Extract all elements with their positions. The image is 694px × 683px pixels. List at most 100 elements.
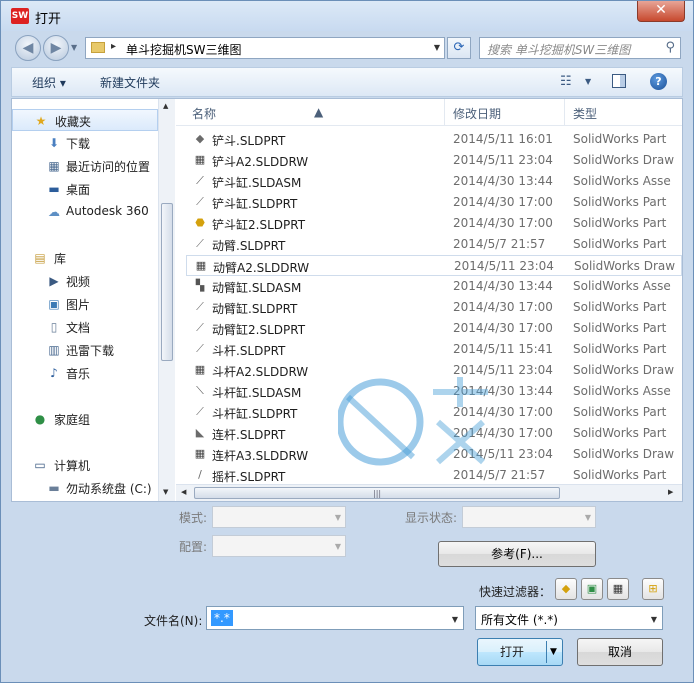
scroll-right-icon[interactable]: ▶ [668,488,673,496]
nav-label: 计算机 [54,459,91,473]
scroll-left-icon[interactable]: ◀ [181,488,186,496]
file-row[interactable]: ⟋ 动臂.SLDPRT 2014/5/7 21:57 SolidWorks Part [186,234,682,255]
back-button[interactable]: ◀ [15,35,41,61]
nav-drive-c[interactable]: ▬ 勿动系统盘 (C:) [12,477,158,499]
file-name: 动臂缸.SLDASM [212,281,302,295]
window-title: 打开 [35,12,62,27]
scroll-down-icon[interactable]: ▼ [163,488,168,496]
navigation-scrollbar[interactable]: ▲ ▼ [158,99,175,501]
file-date: 2014/5/11 23:04 [454,259,554,273]
nav-favorites[interactable]: ★ 收藏夹 [12,109,158,131]
file-row[interactable]: ⟋ 铲斗缸.SLDPRT 2014/4/30 17:00 SolidWorks Par… [186,192,682,213]
search-input[interactable]: 搜索 单斗挖掘机SW三维图 ⚲ [479,37,681,59]
nav-music[interactable]: ♪ 音乐 [12,362,158,384]
title-bar[interactable]: SW 打开 ✕ [1,1,693,31]
recent-locations-dropdown-icon[interactable]: ▼ [71,43,77,52]
mode-select[interactable]: ▼ [212,506,346,528]
column-divider[interactable] [444,99,445,125]
references-button[interactable]: 参考(F)... [438,541,596,567]
address-bar[interactable]: ▸ 单斗挖掘机SW三维图 ▼ [85,37,445,59]
horizontal-scrollbar[interactable]: ◀ ||| ▶ [176,484,682,501]
view-dropdown-icon[interactable]: ▼ [585,77,591,86]
column-header-name[interactable]: 名称 [192,105,216,122]
nav-computer[interactable]: ▭ 计算机 [12,454,158,476]
file-date: 2014/5/11 23:04 [453,153,553,167]
file-name: 斗杆缸.SLDPRT [212,407,298,421]
document-icon: ▯ [50,320,58,334]
address-row: ◀ ▶ ▼ ▸ 单斗挖掘机SW三维图 ▼ ⟳ 搜索 单斗挖掘机SW三维图 ⚲ [1,31,693,65]
filename-label: 文件名(N): [144,614,203,628]
scrollbar-thumb[interactable] [161,203,173,361]
chevron-down-icon: ▼ [334,542,341,551]
nav-label: 家庭组 [54,413,91,427]
file-row[interactable]: ◆ 铲斗.SLDPRT 2014/5/11 16:01 SolidWorks Part [186,129,682,150]
filename-input[interactable]: *.* ▼ [206,606,464,630]
file-date: 2014/5/11 15:41 [453,342,553,356]
address-dropdown-icon[interactable]: ▼ [434,43,440,52]
cancel-button[interactable]: 取消 [577,638,663,666]
nav-desktop[interactable]: ▬ 桌面 [12,178,158,200]
nav-homegroup[interactable]: ● 家庭组 [12,408,158,430]
nav-label: 库 [54,252,67,266]
nav-autodesk-360[interactable]: ☁ Autodesk 360 [12,201,158,223]
filter-parts-icon[interactable]: ◆ [555,578,577,600]
scrollbar-thumb[interactable]: ||| [194,487,560,499]
column-header-date[interactable]: 修改日期 [453,105,501,122]
file-type-select[interactable]: 所有文件 (*.*) ▼ [475,606,663,630]
nav-pictures[interactable]: ▣ 图片 [12,293,158,315]
configuration-select[interactable]: ▼ [212,535,346,557]
file-row[interactable]: ▚ 动臂缸.SLDASM 2014/4/30 13:44 SolidWorks Ass… [186,276,682,297]
part-icon: ⟋ [196,321,204,334]
preview-pane-icon[interactable] [612,74,626,88]
file-type: SolidWorks Asse [573,174,671,188]
nav-label: 下载 [66,137,91,151]
file-date: 2014/4/30 13:44 [453,279,553,293]
file-row[interactable]: ⟋ 动臂缸.SLDPRT 2014/4/30 17:00 SolidWorks Par… [186,297,682,318]
open-button[interactable]: 打开 ▼ [477,638,563,666]
file-row[interactable]: ▦ 铲斗A2.SLDDRW 2014/5/11 23:04 SolidWorks Dr… [186,150,682,171]
filename-selected-text[interactable]: *.* [211,610,233,626]
new-folder-button[interactable]: 新建文件夹 [100,74,160,91]
filter-drawings-icon[interactable]: ▦ [607,578,629,600]
file-type: SolidWorks Part [573,132,667,146]
file-type: SolidWorks Part [573,216,667,230]
file-row[interactable]: ⬣ 铲斗缸2.SLDPRT 2014/4/30 17:00 SolidWorks Pa… [186,213,682,234]
nav-label: 视频 [66,275,91,289]
nav-recent-places[interactable]: ▦ 最近访问的位置 [12,155,158,177]
solidworks-logo-icon: SW [11,8,29,24]
nav-videos[interactable]: ▶ 视频 [12,270,158,292]
file-name: 动臂A2.SLDDRW [213,261,310,275]
display-state-select[interactable]: ▼ [462,506,596,528]
column-divider[interactable] [564,99,565,125]
help-icon[interactable]: ? [650,73,667,90]
nav-downloads[interactable]: ⬇ 下载 [12,132,158,154]
drawing-icon: ▦ [194,153,206,166]
file-row[interactable]: ⟋ 动臂缸2.SLDPRT 2014/4/30 17:00 SolidWorks Pa… [186,318,682,339]
filename-history-dropdown-icon[interactable]: ▼ [452,615,458,624]
filter-assemblies-icon[interactable]: ▣ [581,578,603,600]
forward-button[interactable]: ▶ [43,35,69,61]
file-row[interactable]: ▦ 动臂A2.SLDDRW 2014/5/11 23:04 SolidWorks Dr… [186,255,682,276]
file-type: SolidWorks Draw [573,447,675,461]
chevron-down-icon: ▼ [650,615,657,624]
navigation-pane: ★ 收藏夹 ⬇ 下载 ▦ 最近访问的位置 ▬ 桌面 ☁ Autodesk 360… [12,99,160,501]
file-row[interactable]: ⟋ 斗杆.SLDPRT 2014/5/11 15:41 SolidWorks Part [186,339,682,360]
scroll-up-icon[interactable]: ▲ [163,102,168,110]
nav-documents[interactable]: ▯ 文档 [12,316,158,338]
open-options-dropdown-icon[interactable]: ▼ [550,647,557,657]
close-button[interactable]: ✕ [637,1,685,22]
nav-libraries[interactable]: ▤ 库 [12,247,158,269]
file-row[interactable]: ⟋ 铲斗缸.SLDASM 2014/4/30 13:44 SolidWorks Ass… [186,171,682,192]
column-header-type[interactable]: 类型 [573,105,597,122]
breadcrumb-current-folder[interactable]: 单斗挖掘机SW三维图 [126,41,241,58]
change-view-icon[interactable]: ☷ [560,74,572,89]
organize-button[interactable]: 组织 ▾ [32,74,66,91]
nav-thunder-downloads[interactable]: ▥ 迅雷下载 [12,339,158,361]
filter-top-level-icon[interactable]: ⊞ [642,578,664,600]
refresh-button[interactable]: ⟳ [447,37,471,59]
search-icon[interactable]: ⚲ [665,40,675,55]
picture-icon: ▣ [48,297,60,311]
breadcrumb-chevron-icon[interactable]: ▸ [111,41,116,52]
open-button-label[interactable]: 打开 [478,639,546,665]
file-type: SolidWorks Draw [573,363,675,377]
